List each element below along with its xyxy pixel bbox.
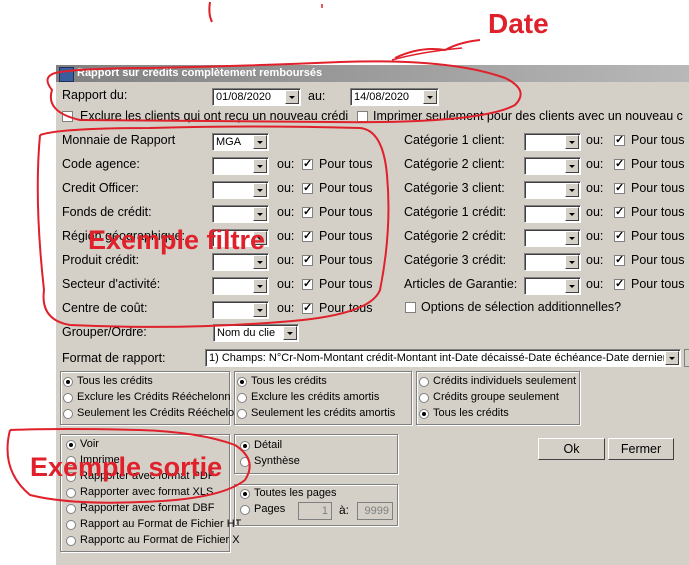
annotation-date: Date [488,8,549,39]
annotation-output: Exemple sortie [30,452,223,482]
annotation-filter: Exemple filtre [88,225,266,255]
